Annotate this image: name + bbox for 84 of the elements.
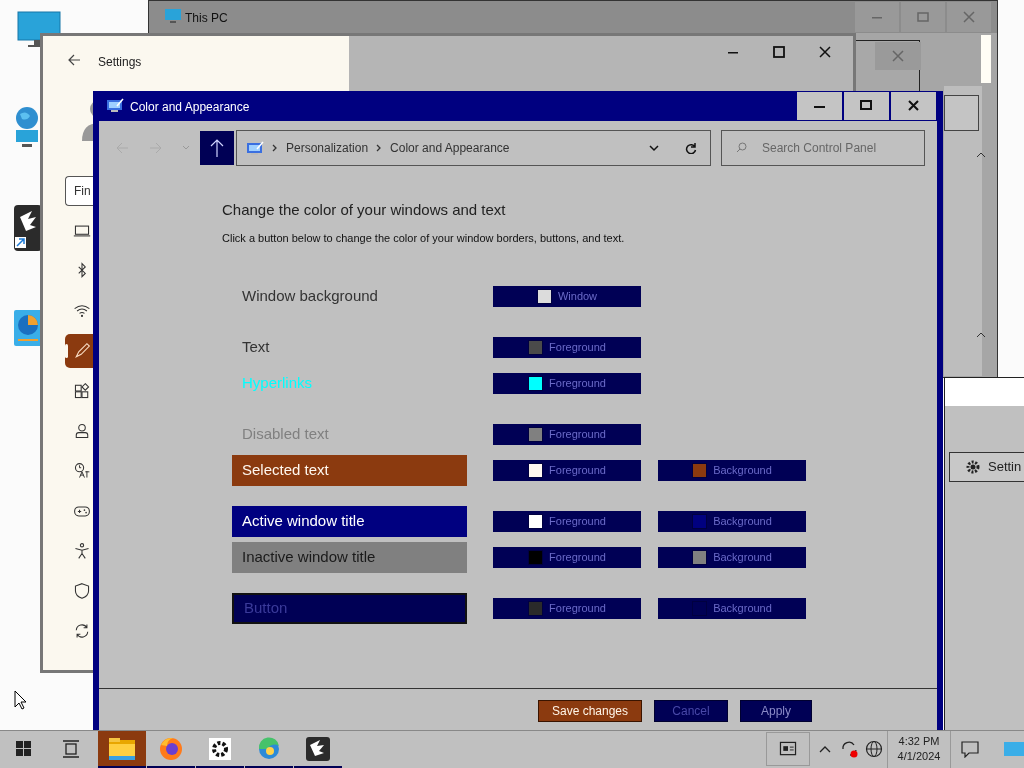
color-picker-button[interactable]: Foreground [493,372,641,394]
color-sample-label: Button [244,597,288,618]
refresh-icon[interactable] [685,142,697,154]
window-title: Settings [98,54,142,71]
button-label: Foreground [549,339,606,355]
taskbar-app[interactable] [98,731,146,768]
monitor-icon [165,9,181,23]
color-picker-button[interactable]: Foreground [493,423,641,445]
display-settings-icon [107,98,124,112]
color-picker-button[interactable]: Window [493,285,641,307]
page-heading: Change the color of your windows and text [222,200,507,220]
color-sample-label: Selected text [242,459,329,480]
sync-icon[interactable] [840,739,860,759]
back-arrow-icon[interactable] [67,54,81,66]
clock-language-icon [73,462,91,480]
mouse-cursor-icon [14,690,28,710]
button-label: Background [713,600,772,616]
close-button[interactable] [891,92,936,120]
search-icon [736,142,747,153]
window-title: Color and Appearance [130,99,250,116]
laptop-icon [73,222,91,240]
chevron-down-icon[interactable] [649,145,659,152]
color-sample-label: Disabled text [242,423,329,444]
button-label: Foreground [549,600,606,616]
button-label: Foreground [549,426,606,442]
color-picker-button[interactable]: Background [658,546,806,568]
color-sample-label: Text [242,336,270,357]
up-arrow-button[interactable] [200,131,234,165]
window-title: This PC [185,10,228,27]
color-picker-button[interactable]: Background [658,510,806,532]
save-button[interactable]: Save changes [538,700,642,722]
breadcrumb-item[interactable]: Personalization [286,139,369,157]
gear-icon [966,460,980,474]
color-picker-button[interactable]: Foreground [493,336,641,358]
caret-up-icon[interactable] [976,152,986,158]
button-label: Foreground [549,549,606,565]
nav-item[interactable] [65,334,93,368]
chevron-right-icon [272,144,278,152]
notification-icon[interactable] [960,740,980,758]
search-field[interactable]: Search Control Panel [721,130,925,166]
display-settings-icon [247,141,264,155]
button-label: Foreground [549,462,606,478]
accessibility-icon [73,542,91,560]
news-icon[interactable] [766,732,810,766]
maximize-button[interactable] [844,92,889,120]
breadcrumb-item[interactable]: Color and Appearance [390,139,510,157]
button-label: Background [713,549,772,565]
eagle-app-icon[interactable] [14,205,42,251]
clock-date[interactable]: 4/1/2024 [897,749,941,764]
color-picker-button[interactable]: Foreground [493,546,641,568]
monitor-icon[interactable] [16,11,62,49]
caret-up-icon[interactable] [976,332,986,338]
color-picker-button[interactable]: Foreground [493,459,641,481]
button-label: Background [713,462,772,478]
wifi-icon [73,302,91,320]
apps-icon [73,382,91,400]
button-label: Window [557,288,598,304]
person-icon [73,422,91,440]
settings-button[interactable]: Settin [949,452,1024,482]
button-label: Foreground [549,513,606,529]
color-picker-button[interactable]: Background [658,597,806,619]
color-sample-label: Inactive window title [242,546,376,567]
chevron-right-icon [376,144,383,152]
globe-icon[interactable] [14,104,40,150]
color-sample-label: Active window title [242,510,365,531]
color-picker-button[interactable]: Foreground [493,597,641,619]
chevron-up-icon[interactable] [819,745,831,753]
button-label: Background [713,513,772,529]
instruction-text: Click a button below to change the color of your window borders, buttons, and text. [222,230,626,246]
action-button[interactable]: Apply [740,700,812,722]
color-sample-label: Window background [242,285,378,306]
brush-icon [73,342,91,360]
clock-time[interactable]: 4:32 PM [898,734,940,749]
color-picker-button[interactable]: Foreground [493,510,641,532]
color-sample-label: Hyperlinks [242,372,313,393]
button-label: Foreground [549,375,606,391]
scrollbar-thumb[interactable] [981,35,991,83]
address-bar[interactable]: Personalization Color and Appearance [236,130,711,166]
text-box [944,95,979,131]
globe-icon[interactable] [865,740,883,758]
color-picker-button[interactable]: Background [658,459,806,481]
shield-icon [73,582,91,600]
search-field[interactable]: Fin [65,176,93,206]
refresh-icon [73,622,91,640]
